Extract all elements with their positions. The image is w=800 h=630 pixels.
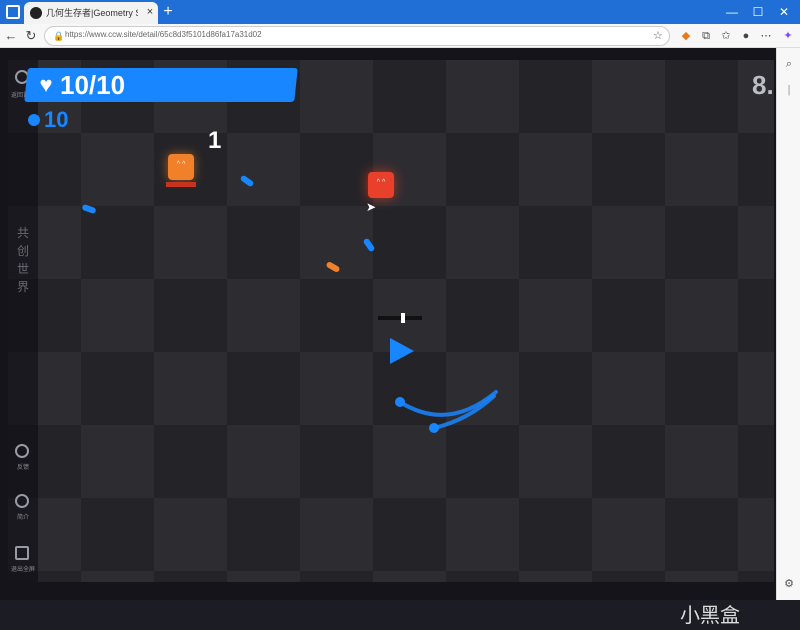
triangle-player-icon bbox=[390, 338, 414, 364]
favorite-star-icon[interactable]: ☆ bbox=[653, 29, 667, 43]
sidebar-settings-icon[interactable]: ⚙ bbox=[781, 576, 797, 592]
player-reload-bar bbox=[378, 316, 422, 320]
window-menu-icon[interactable] bbox=[6, 5, 20, 19]
minimize-button[interactable]: — bbox=[720, 3, 744, 21]
back-icon[interactable]: ← bbox=[2, 27, 20, 45]
sidebar-search-icon[interactable]: ⌕ bbox=[781, 56, 797, 72]
url-text: https://www.ccw.site/detail/65c8d3f5101d… bbox=[65, 30, 262, 39]
copilot-icon[interactable]: ✦ bbox=[780, 28, 796, 44]
watermark-logo: 小黑盒 bbox=[680, 605, 740, 627]
enemy-bullet bbox=[325, 260, 341, 274]
maximize-button[interactable]: ☐ bbox=[746, 3, 770, 21]
new-tab-button[interactable]: + bbox=[160, 2, 176, 22]
profile-avatar-icon[interactable]: ● bbox=[738, 28, 754, 44]
enemy-orange: ^ ^ bbox=[168, 154, 194, 180]
bullet bbox=[239, 174, 255, 188]
feedback-icon[interactable] bbox=[15, 444, 29, 458]
player-reload-marker bbox=[401, 313, 405, 323]
coin-count: 10 bbox=[44, 107, 69, 132]
window-titlebar: 几何生存者|Geometry Surviv × + — ☐ ✕ bbox=[0, 0, 800, 24]
bullet bbox=[362, 237, 376, 253]
extension-icon[interactable]: ◆ bbox=[678, 28, 694, 44]
rail-exit-label: 退出全屏 bbox=[10, 567, 35, 573]
rail-brand-vertical: 共创世界 bbox=[16, 226, 29, 294]
game-left-rail: 返回首页 共创世界 反馈 简介 退出全屏 bbox=[8, 60, 38, 582]
game-canvas[interactable]: 返回首页 共创世界 反馈 简介 退出全屏 ♥ 10/10 10 8.3 1 ^ … bbox=[8, 60, 774, 582]
enemy-red: ^ ^ bbox=[368, 172, 394, 198]
survival-timer: 8.3 bbox=[752, 70, 774, 100]
enemy-eyes: ^ ^ bbox=[376, 179, 386, 186]
collections-icon[interactable]: ✩ bbox=[718, 28, 734, 44]
heart-icon: ♥ bbox=[39, 72, 53, 97]
tab-title: 几何生存者|Geometry Surviv bbox=[46, 8, 138, 18]
info-icon[interactable] bbox=[15, 494, 29, 508]
sidebar-divider: | bbox=[787, 84, 791, 96]
close-window-button[interactable]: ✕ bbox=[772, 3, 796, 21]
health-text: 10/10 bbox=[60, 70, 126, 100]
browser-sidebar: ⌕ | ⚙ bbox=[776, 48, 800, 600]
web-page: 返回首页 共创世界 反馈 简介 退出全屏 ♥ 10/10 10 8.3 1 ^ … bbox=[0, 48, 776, 627]
slash-trail bbox=[395, 390, 498, 433]
bullet bbox=[81, 203, 97, 215]
refresh-icon[interactable]: ↻ bbox=[22, 27, 40, 45]
split-screen-icon[interactable]: ⧉ bbox=[698, 28, 714, 44]
damage-number: 1 bbox=[208, 127, 222, 154]
address-toolbar: ← ↻ 🔒 https://www.ccw.site/detail/65c8d3… bbox=[0, 24, 800, 48]
lock-icon: 🔒 bbox=[53, 31, 65, 41]
rail-info-label: 简介 bbox=[16, 515, 29, 521]
exit-fullscreen-icon[interactable] bbox=[15, 546, 29, 560]
enemy-eyes: ^ ^ bbox=[176, 161, 186, 168]
more-menu-icon[interactable]: ⋯ bbox=[758, 28, 774, 44]
url-bar[interactable]: 🔒 https://www.ccw.site/detail/65c8d3f510… bbox=[44, 26, 670, 46]
tab-close-icon[interactable]: × bbox=[144, 5, 156, 19]
browser-tab[interactable]: 几何生存者|Geometry Surviv × bbox=[24, 2, 158, 24]
rail-feedback-label: 反馈 bbox=[16, 465, 29, 471]
mouse-cursor-icon: ➤ bbox=[366, 200, 377, 214]
enemy-health-bar bbox=[166, 182, 196, 187]
coin-icon bbox=[28, 114, 40, 126]
tab-favicon-icon bbox=[30, 7, 42, 19]
